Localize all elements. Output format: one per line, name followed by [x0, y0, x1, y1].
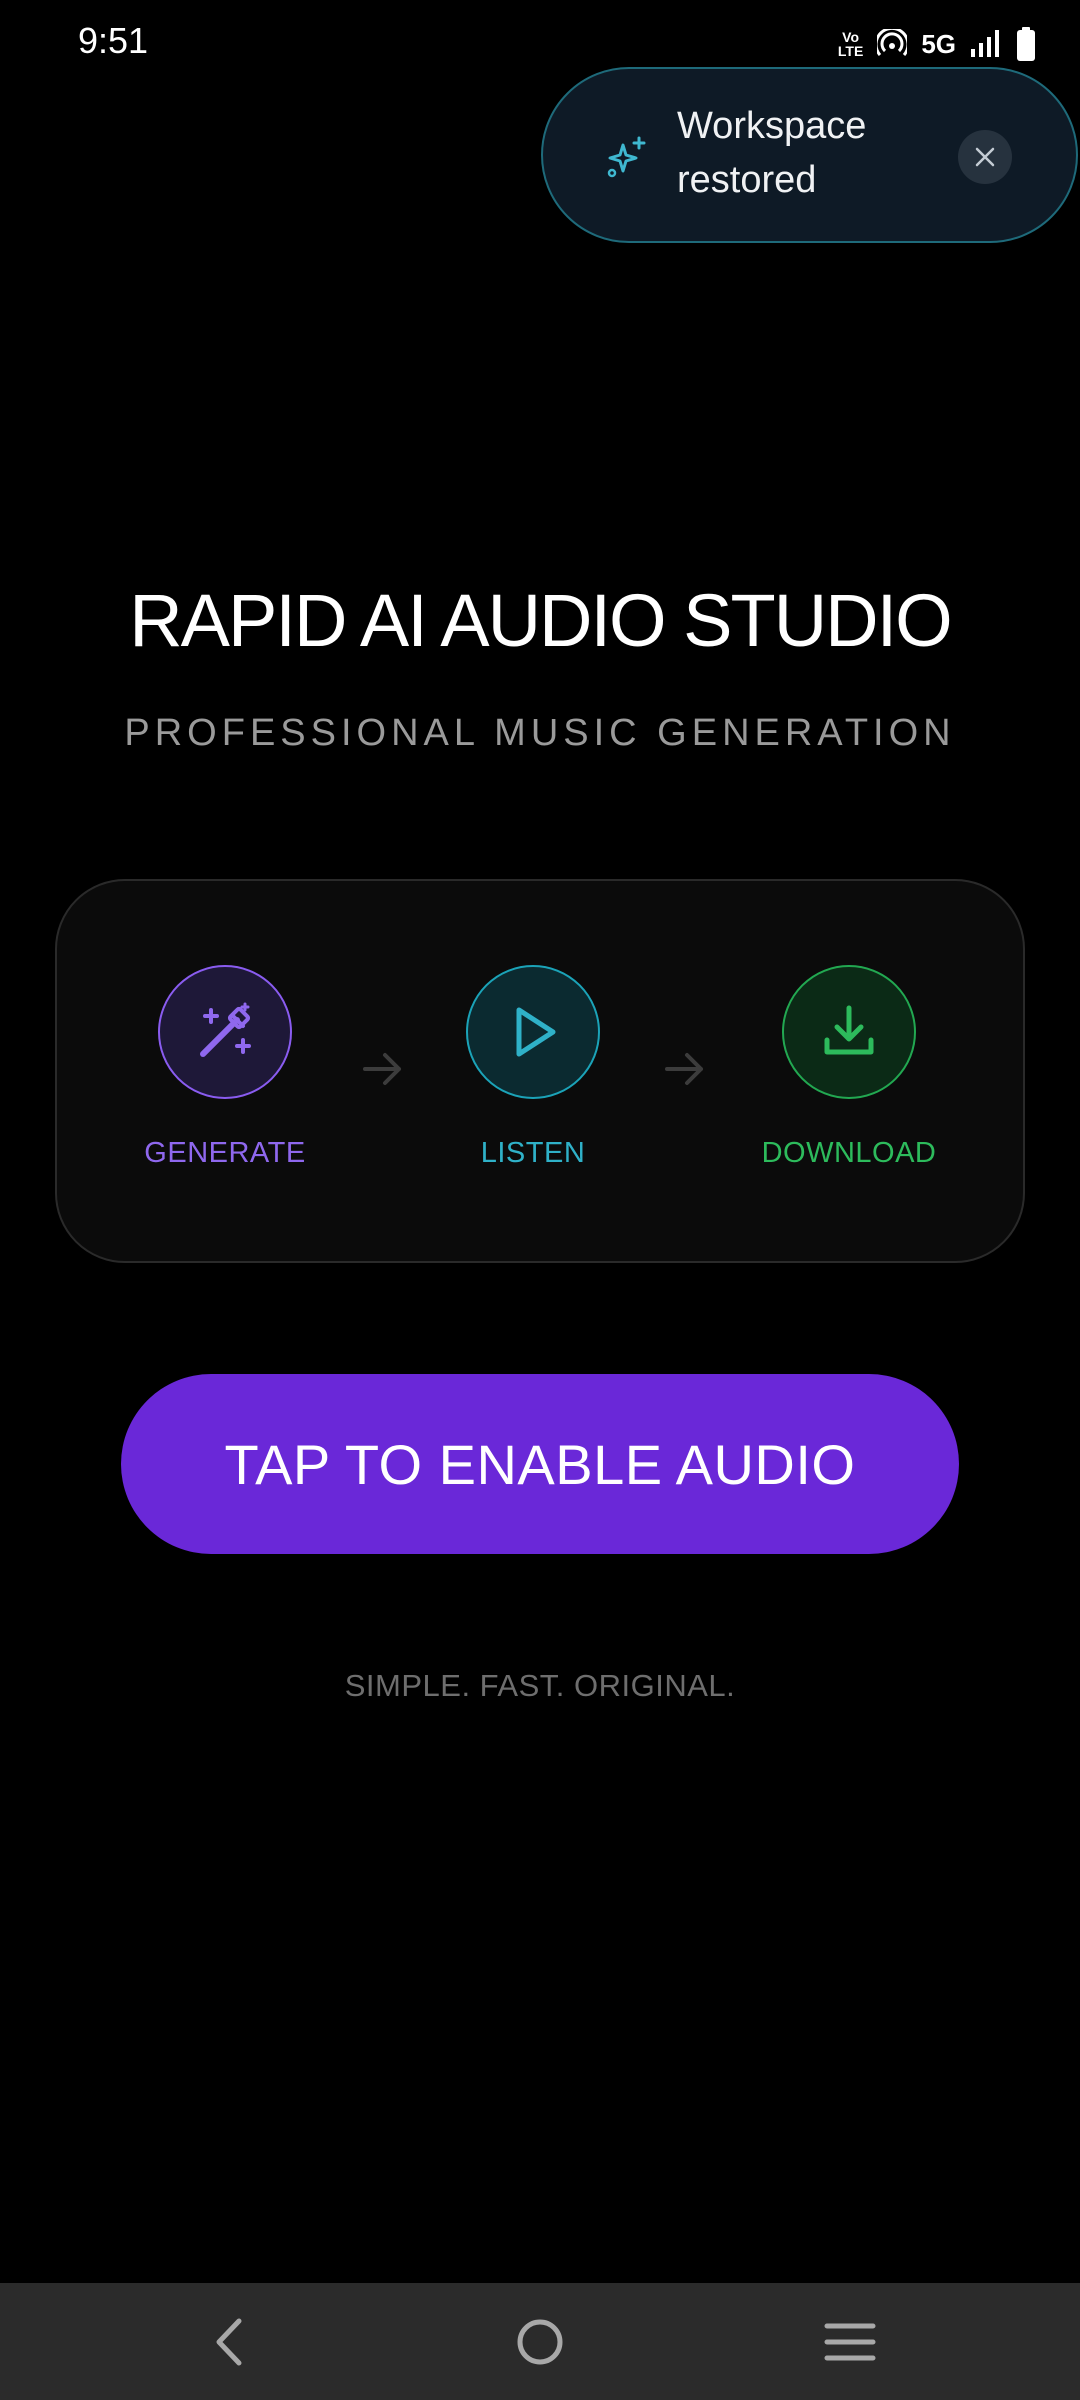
- arrow-right-icon: [665, 1053, 703, 1085]
- step-download-label: DOWNLOAD: [761, 1137, 937, 1169]
- network-type: 5G: [921, 28, 956, 59]
- step-generate: GENERATE: [105, 965, 345, 1170]
- nav-back-button[interactable]: [196, 2309, 262, 2375]
- volte-indicator: Vo LTE: [837, 29, 864, 59]
- toast-message: Workspace restored: [677, 105, 867, 201]
- system-nav-bar: [0, 2283, 1080, 2400]
- enable-audio-button[interactable]: TAP TO ENABLE AUDIO: [121, 1374, 959, 1554]
- status-time: 9:51: [78, 20, 149, 61]
- magic-wand-icon: [200, 1002, 251, 1057]
- sparkle-icon: [607, 136, 646, 178]
- toast-notification: Workspace restored: [541, 67, 1078, 243]
- step-listen-circle: [466, 965, 600, 1099]
- hotspot-icon: [877, 29, 908, 56]
- step-download-circle: [782, 965, 916, 1099]
- nav-menu-button[interactable]: [817, 2309, 883, 2375]
- signal-icon: [971, 30, 999, 57]
- step-generate-label: GENERATE: [144, 1137, 306, 1169]
- steps-card: GENERATE LISTEN DOWNLOAD: [55, 879, 1025, 1263]
- toast-close-button[interactable]: [958, 130, 1012, 184]
- step-download: DOWNLOAD: [729, 965, 969, 1170]
- step-listen-label: LISTEN: [480, 1137, 586, 1169]
- nav-home-button[interactable]: [507, 2309, 573, 2375]
- battery-icon: [1017, 27, 1035, 61]
- play-icon: [516, 1007, 556, 1057]
- status-icons: Vo LTE 5G: [838, 24, 1036, 64]
- home-circle-icon: [517, 2319, 563, 2365]
- back-chevron-icon: [216, 2318, 242, 2366]
- step-listen: LISTEN: [413, 965, 653, 1170]
- close-icon: [975, 147, 995, 167]
- download-icon: [824, 1005, 874, 1055]
- arrow-right-icon: [363, 1053, 401, 1085]
- tagline: SIMPLE. FAST. ORIGINAL.: [344, 1668, 736, 1703]
- app-subtitle: PROFESSIONAL MUSIC GENERATION: [124, 712, 956, 754]
- step-generate-circle: [158, 965, 292, 1099]
- app-title: RAPID AI AUDIO STUDIO: [129, 579, 953, 662]
- menu-lines-icon: [824, 2323, 876, 2361]
